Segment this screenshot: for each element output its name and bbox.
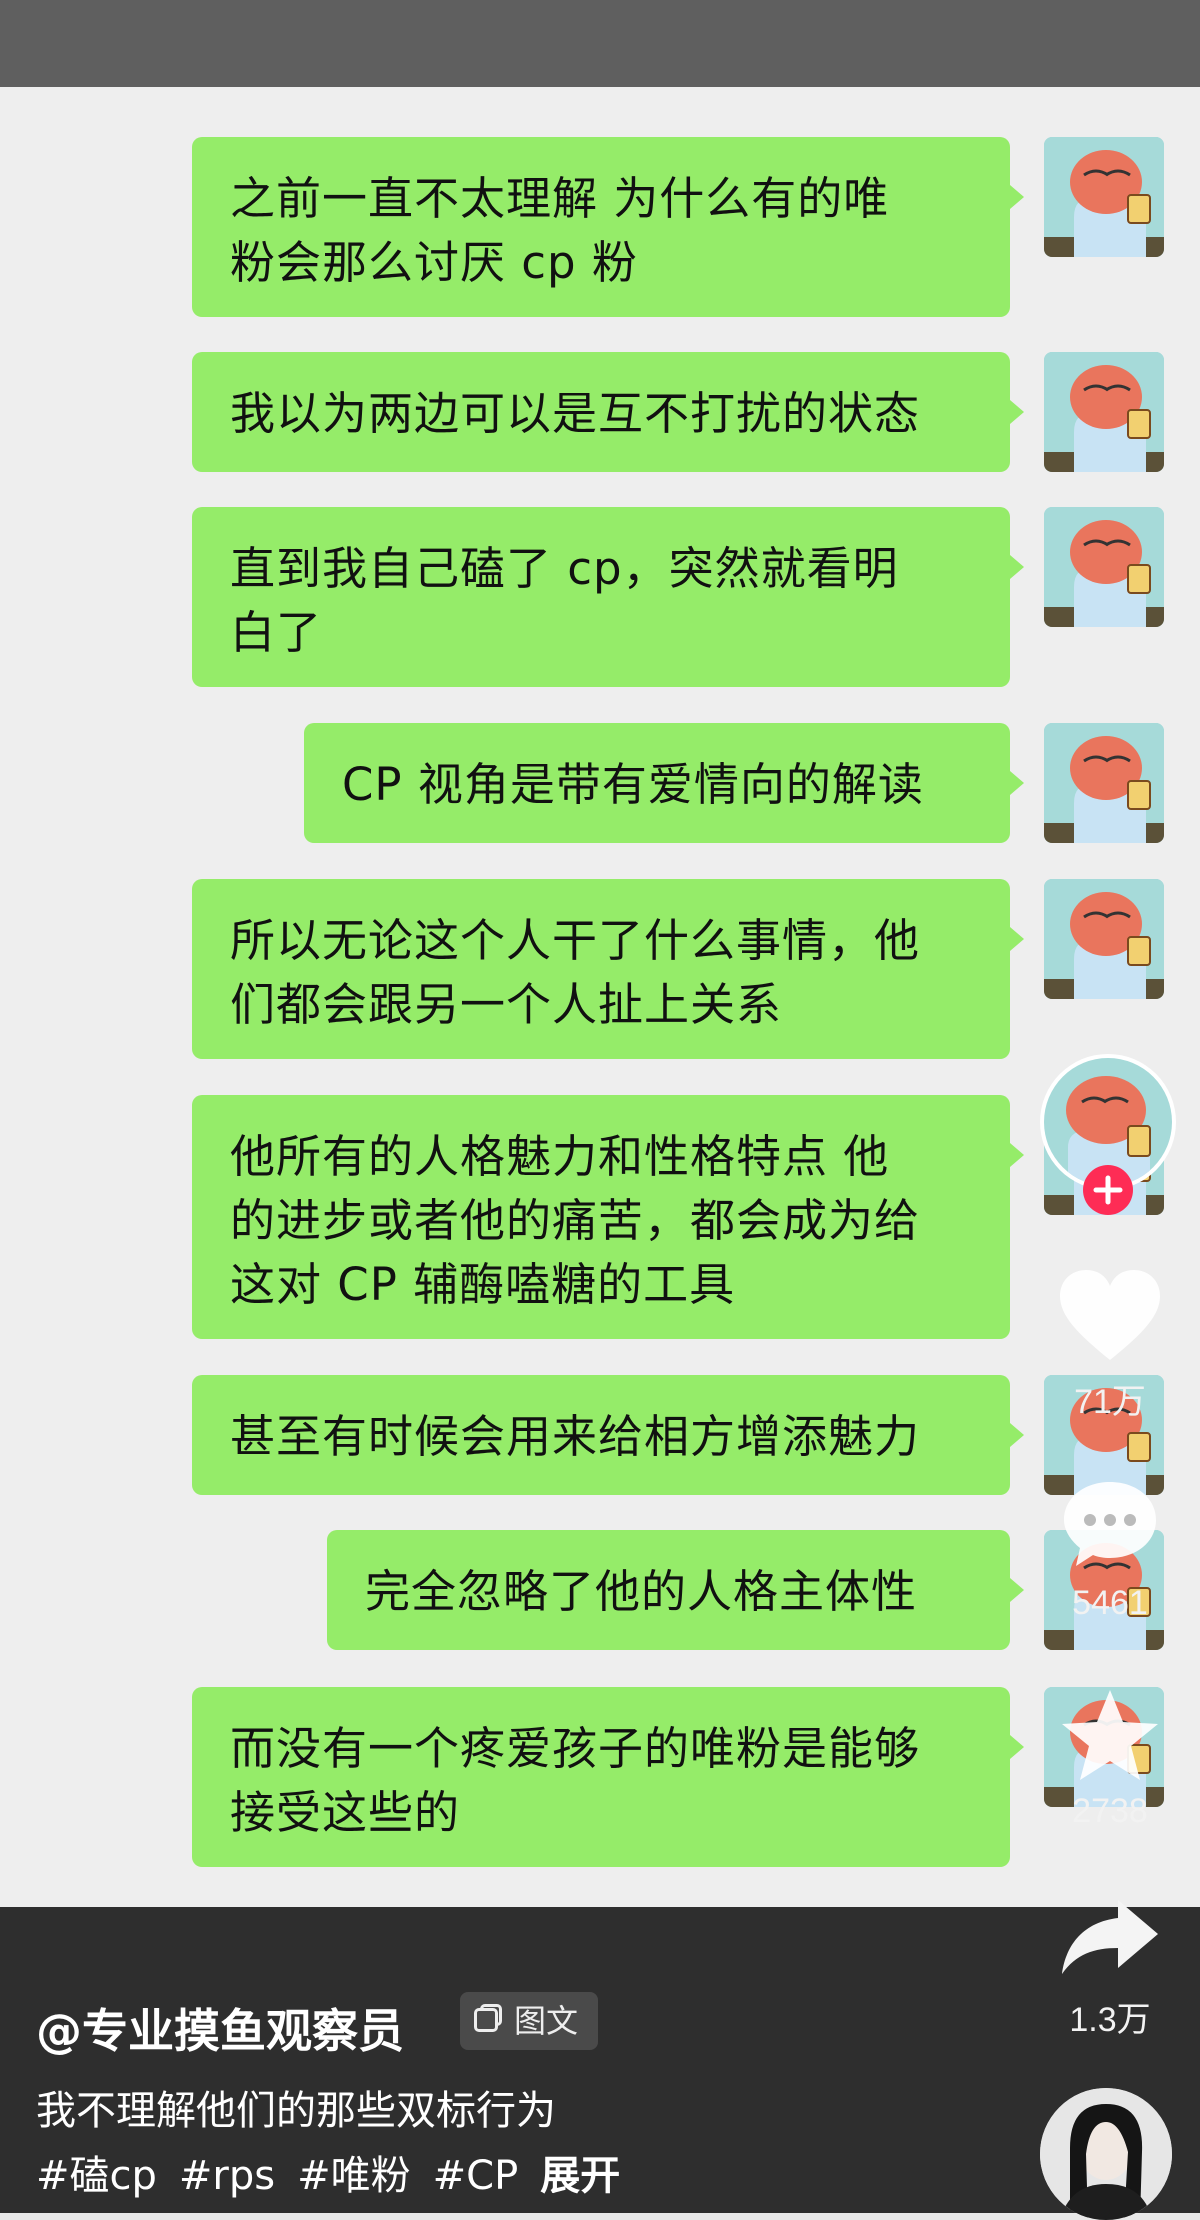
post-type-label: 图文	[514, 2002, 579, 2040]
sender-avatar	[1044, 723, 1164, 843]
message-line: 之前一直不太理解 为什么有的唯	[230, 172, 890, 225]
sender-avatar	[1044, 507, 1164, 627]
chat-image: 之前一直不太理解 为什么有的唯 粉会那么讨厌 cp 粉 我以为两边可以是互不打扰…	[0, 87, 1200, 1907]
share-icon[interactable]	[1058, 1896, 1162, 1978]
chat-message: CP 视角是带有爱情向的解读	[304, 723, 1164, 843]
sender-avatar	[1044, 879, 1164, 999]
hashtag-link[interactable]: #唯粉	[297, 2153, 411, 2199]
message-line: 接受这些的	[230, 1786, 461, 1839]
chat-message: 完全忽略了他的人格主体性	[327, 1530, 1164, 1650]
star-icon[interactable]	[1058, 1686, 1162, 1784]
message-bubble: 我以为两边可以是互不打扰的状态	[192, 352, 1024, 472]
favorite-count: 2738	[1072, 1792, 1148, 1830]
chat-message: 他所有的人格魅力和性格特点 他 的进步或者他的痛苦，都会成为给 这对 CP 辅酶…	[192, 1095, 1164, 1339]
post-type-badge: 图文	[460, 1992, 598, 2050]
hashtag-link[interactable]: #磕cp	[36, 2153, 157, 2199]
author-username[interactable]: @专业摸鱼观察员	[36, 1995, 404, 2061]
message-line: 白了	[230, 606, 323, 659]
sender-avatar	[1044, 352, 1164, 472]
chat-message: 之前一直不太理解 为什么有的唯 粉会那么讨厌 cp 粉	[192, 137, 1164, 317]
chat-message: 甚至有时候会用来给相方增添魅力	[192, 1375, 1164, 1495]
message-bubble: 他所有的人格魅力和性格特点 他 的进步或者他的痛苦，都会成为给 这对 CP 辅酶…	[192, 1095, 1024, 1339]
message-line: 他所有的人格魅力和性格特点 他	[230, 1130, 890, 1183]
chat-message: 所以无论这个人干了什么事情，他 们都会跟另一个人扯上关系	[192, 879, 1164, 1059]
message-line: 们都会跟另一个人扯上关系	[230, 978, 783, 1031]
heart-icon[interactable]	[1058, 1268, 1162, 1364]
message-bubble: 完全忽略了他的人格主体性	[327, 1530, 1024, 1650]
message-line: 甚至有时候会用来给相方增添魅力	[230, 1410, 921, 1463]
hashtag-link[interactable]: #rps	[179, 2153, 275, 2199]
music-disc-avatar[interactable]	[1040, 2088, 1172, 2220]
message-bubble: 而没有一个疼爱孩子的唯粉是能够 接受这些的	[192, 1687, 1024, 1867]
post-caption: 我不理解他们的那些双标行为	[36, 2088, 556, 2134]
message-bubble: 甚至有时候会用来给相方增添魅力	[192, 1375, 1024, 1495]
message-bubble: 之前一直不太理解 为什么有的唯 粉会那么讨厌 cp 粉	[192, 137, 1024, 317]
chat-message: 我以为两边可以是互不打扰的状态	[192, 352, 1164, 472]
message-line: 而没有一个疼爱孩子的唯粉是能够	[230, 1722, 921, 1775]
chat-message: 直到我自己磕了 cp，突然就看明 白了	[192, 507, 1164, 687]
hashtag-link[interactable]: #CP	[433, 2153, 519, 2199]
comment-icon[interactable]	[1060, 1478, 1160, 1570]
comment-count: 5461	[1072, 1584, 1148, 1622]
message-line: 粉会那么讨厌 cp 粉	[230, 236, 638, 289]
expand-button[interactable]: 展开	[540, 2153, 620, 2199]
follow-plus-icon[interactable]	[1082, 1164, 1134, 1216]
message-line: 这对 CP 辅酶嗑糖的工具	[230, 1258, 736, 1311]
like-count: 71万	[1074, 1383, 1146, 1421]
hashtag-list: #磕cp #rps #唯粉 #CP 展开	[36, 2143, 642, 2201]
message-bubble: 所以无论这个人干了什么事情，他 们都会跟另一个人扯上关系	[192, 879, 1024, 1059]
chat-message: 而没有一个疼爱孩子的唯粉是能够 接受这些的	[192, 1687, 1164, 1867]
status-bar	[0, 0, 1200, 87]
sender-avatar	[1044, 137, 1164, 257]
message-line: 直到我自己磕了 cp，突然就看明	[230, 542, 899, 595]
message-line: 的进步或者他的痛苦，都会成为给	[230, 1194, 921, 1247]
message-bubble: CP 视角是带有爱情向的解读	[304, 723, 1024, 843]
message-line: 完全忽略了他的人格主体性	[365, 1565, 918, 1618]
message-line: 所以无论这个人干了什么事情，他	[230, 914, 921, 967]
message-bubble: 直到我自己磕了 cp，突然就看明 白了	[192, 507, 1024, 687]
share-count: 1.3万	[1069, 2001, 1151, 2039]
message-line: CP 视角是带有爱情向的解读	[342, 758, 924, 811]
message-line: 我以为两边可以是互不打扰的状态	[230, 387, 921, 440]
